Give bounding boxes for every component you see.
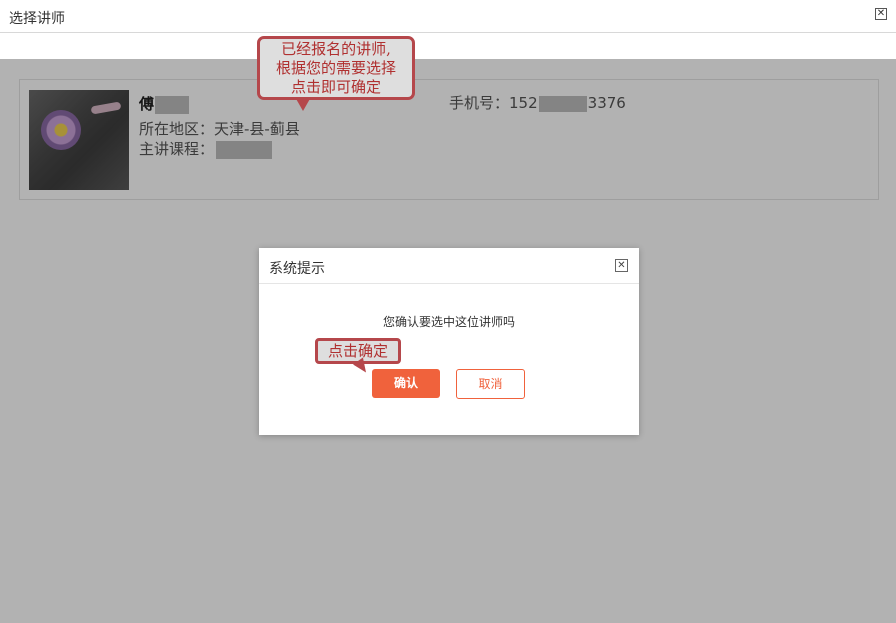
dialog-header: 系统提示 ✕ (259, 248, 639, 284)
window-close-icon[interactable]: ✕ (875, 8, 887, 20)
window-header: 选择讲师 ✕ (0, 0, 896, 33)
dialog-title: 系统提示 (269, 261, 325, 277)
confirm-button[interactable]: 确认 (372, 369, 440, 398)
callout-line: 根据您的需要选择 (275, 59, 396, 77)
callout-line: 已经报名的讲师, (281, 40, 391, 58)
dialog-message: 您确认要选中这位讲师吗 (382, 315, 515, 329)
callout-line: 点击即可确定 (290, 78, 381, 96)
annotation-callout-select: 已经报名的讲师, 根据您的需要选择 点击即可确定 (257, 36, 415, 100)
dialog-close-icon[interactable]: ✕ (615, 259, 628, 272)
window-title: 选择讲师 (9, 11, 65, 27)
callout-pointer (295, 97, 311, 111)
cancel-button[interactable]: 取消 (456, 369, 525, 399)
